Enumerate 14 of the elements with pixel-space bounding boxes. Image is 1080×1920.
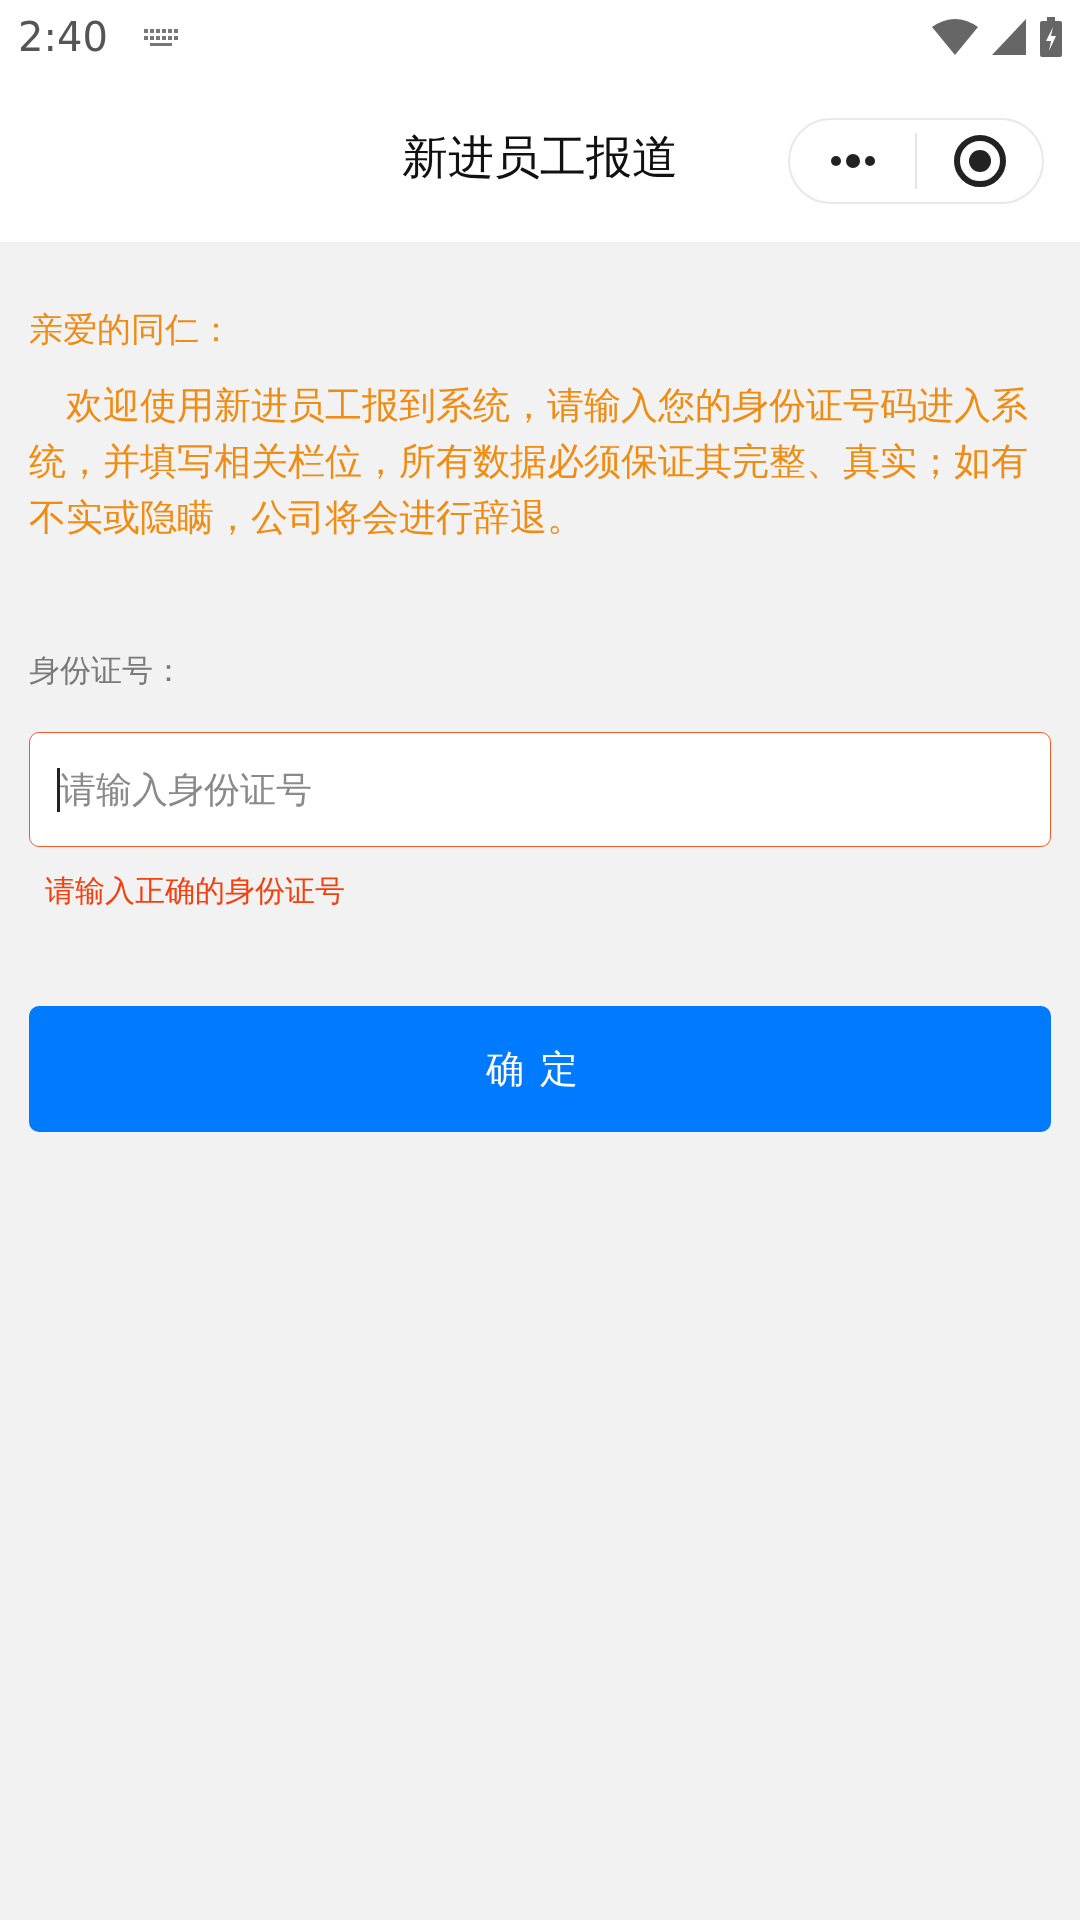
greeting-text: 亲爱的同仁： [29, 308, 234, 351]
id-number-field[interactable]: 请输入身份证号 [29, 732, 1051, 847]
wifi-icon [932, 19, 978, 55]
record-icon [952, 134, 1007, 188]
page-title: 新进员工报道 [402, 129, 678, 186]
keyboard-icon [141, 26, 180, 48]
battery-icon [1040, 17, 1062, 57]
error-message: 请输入正确的身份证号 [45, 872, 346, 910]
notice-paragraph: 欢迎使用新进员工报到系统，请输入您的身份证号码进入系统，并填写相关栏位，所有数据必须保证其完整、真实；如有不实或隐瞒，公司将会进行辞退。 [29, 383, 1029, 541]
more-icon [829, 154, 876, 168]
signal-icon [992, 19, 1026, 55]
status-time: 2:40 [18, 14, 108, 60]
id-number-label: 身份证号： [29, 651, 185, 690]
confirm-button[interactable]: 确定 [29, 1006, 1051, 1132]
